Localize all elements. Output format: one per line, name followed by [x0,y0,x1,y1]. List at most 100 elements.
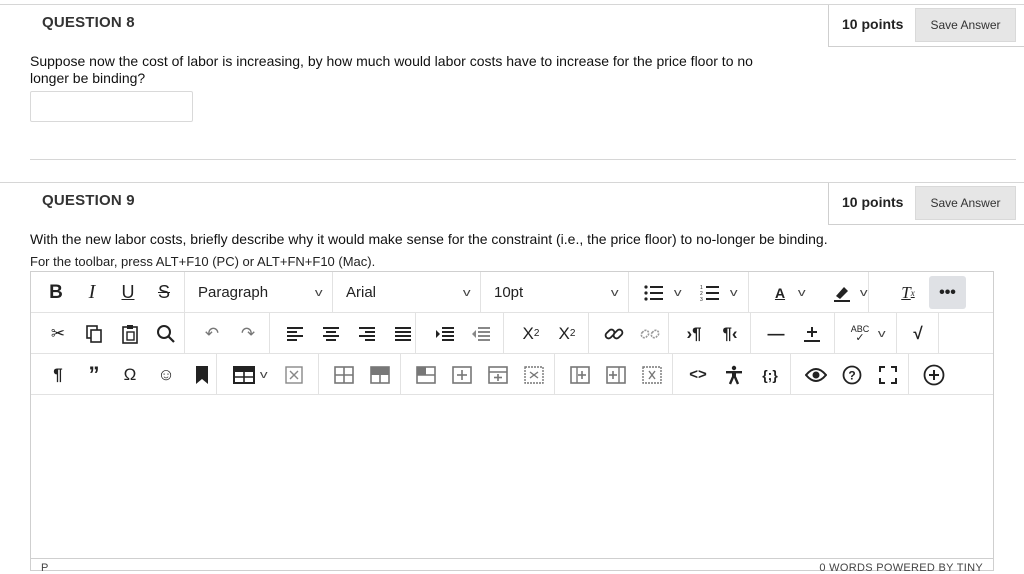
chevron-down-icon[interactable]: v [859,287,867,299]
italic-button[interactable]: I [77,278,107,308]
spellcheck-group: ABC ✓ v [835,313,897,354]
align-right-icon[interactable] [352,319,382,349]
question-8-title: QUESTION 8 [42,14,135,31]
paragraph-icon[interactable]: ¶ [43,360,73,390]
svg-text:?: ? [848,368,855,382]
toolbar-row-3: ¶ ” Ω ☺ v <> {;} ? [31,354,993,395]
align-center-icon[interactable] [316,319,346,349]
chevron-down-icon[interactable]: v [729,287,737,299]
link-icon[interactable] [599,319,629,349]
source-code-icon[interactable]: <> [683,360,713,390]
numbered-list-icon[interactable]: 123 [695,278,725,308]
accessibility-icon[interactable] [719,360,749,390]
clipboard-group: ✂ [31,313,185,354]
rtl-icon[interactable]: ¶‹ [715,319,745,349]
copy-icon[interactable] [79,319,109,349]
toolbar-hint: For the toolbar, press ALT+F10 (PC) or A… [30,254,376,269]
table-cell-props-icon[interactable] [365,360,395,390]
ltr-icon[interactable]: ›¶ [679,319,709,349]
question-8-save-button[interactable]: Save Answer [915,8,1016,42]
question-9-save-button[interactable]: Save Answer [915,186,1016,220]
strikethrough-button[interactable]: S [149,278,179,308]
cut-icon[interactable]: ✂ [43,319,73,349]
table-row-props-icon[interactable] [329,360,359,390]
chevron-down-icon: v [462,286,471,299]
math-group: √ [897,313,939,354]
font-family-value: Arial [346,284,377,301]
paste-icon[interactable] [115,319,145,349]
highlight-color-icon[interactable] [827,278,857,308]
insert-col-after-icon[interactable] [601,360,631,390]
word-count[interactable]: 0 WORDS [819,562,872,574]
horizontal-line-icon[interactable]: — [761,319,791,349]
view-group: ? [791,354,909,395]
clear-formatting-icon[interactable]: Tx [893,278,923,308]
chevron-down-icon[interactable]: v [878,328,886,340]
question-9-points: 10 points [842,194,904,210]
history-group: ↶ ↷ [185,313,270,354]
delete-column-icon[interactable] [519,360,549,390]
chevron-down-icon[interactable]: v [674,287,682,299]
more-options-button[interactable]: ••• [929,276,966,309]
element-path[interactable]: P [41,562,48,574]
font-size-value: 10pt [494,284,524,301]
add-content-icon[interactable] [919,360,949,390]
preview-icon[interactable] [801,360,831,390]
editor-status-bar: P 0 WORDS POWERED BY TINY [31,558,993,574]
indent-group [416,313,504,354]
omega-icon[interactable]: Ω [115,360,145,390]
question-8-points: 10 points [842,16,904,32]
table-col-group [555,354,673,395]
underline-button[interactable]: U [113,278,143,308]
chevron-down-icon: v [610,286,619,299]
help-icon[interactable]: ? [837,360,867,390]
chevron-down-icon[interactable]: v [260,369,268,381]
delete-table-icon[interactable] [279,360,309,390]
add-content-group [909,354,993,395]
text-style-group: B I U S [31,272,185,313]
powered-by-link[interactable]: POWERED BY TINY [876,562,983,574]
bold-button[interactable]: B [41,278,71,308]
block-format-select[interactable]: Paragraph v [191,278,331,308]
align-left-icon[interactable] [280,319,310,349]
text-color-icon[interactable]: A [765,278,795,308]
bookmark-icon[interactable] [187,360,217,390]
unlink-icon[interactable] [635,319,665,349]
blockquote-icon[interactable]: ” [79,360,109,390]
insert-group: — [751,313,835,354]
insert-col-before-icon[interactable] [565,360,595,390]
font-size-select[interactable]: 10pt v [487,278,627,308]
link-group [589,313,669,354]
align-justify-icon[interactable] [388,319,418,349]
spellcheck-icon[interactable]: ABC ✓ [845,319,875,349]
insert-plus-icon[interactable] [797,319,827,349]
font-family-group: Arial v [333,272,481,313]
insert-row-before-icon[interactable] [411,360,441,390]
redo-icon[interactable]: ↷ [233,319,263,349]
search-icon[interactable] [151,319,181,349]
section-divider [30,159,1016,160]
superscript-icon[interactable]: X2 [516,319,546,349]
emoji-icon[interactable]: ☺ [151,360,181,390]
chevron-down-icon[interactable]: v [798,287,806,299]
list-group: v 123 v [629,272,749,313]
undo-icon[interactable]: ↶ [197,319,227,349]
equation-icon[interactable]: √ [903,319,933,349]
code-group: <> {;} [673,354,791,395]
delete-row-icon[interactable] [483,360,513,390]
font-family-select[interactable]: Arial v [339,278,479,308]
table-icon[interactable] [229,360,259,390]
subscript-icon[interactable]: X2 [552,319,582,349]
status-right: 0 WORDS POWERED BY TINY [819,562,983,574]
table-insert-group [401,354,555,395]
fullscreen-icon[interactable] [873,360,903,390]
question-8-answer-input[interactable] [30,91,193,122]
insert-row-after-icon[interactable] [447,360,477,390]
question-8-text-line1: Suppose now the cost of labor is increas… [30,53,753,69]
delete-cell-icon[interactable] [637,360,667,390]
code-sample-icon[interactable]: {;} [755,360,785,390]
indent-icon[interactable] [430,319,460,349]
outdent-icon[interactable] [466,319,496,349]
editor-content-area[interactable] [31,396,993,558]
bullet-list-icon[interactable] [639,278,669,308]
